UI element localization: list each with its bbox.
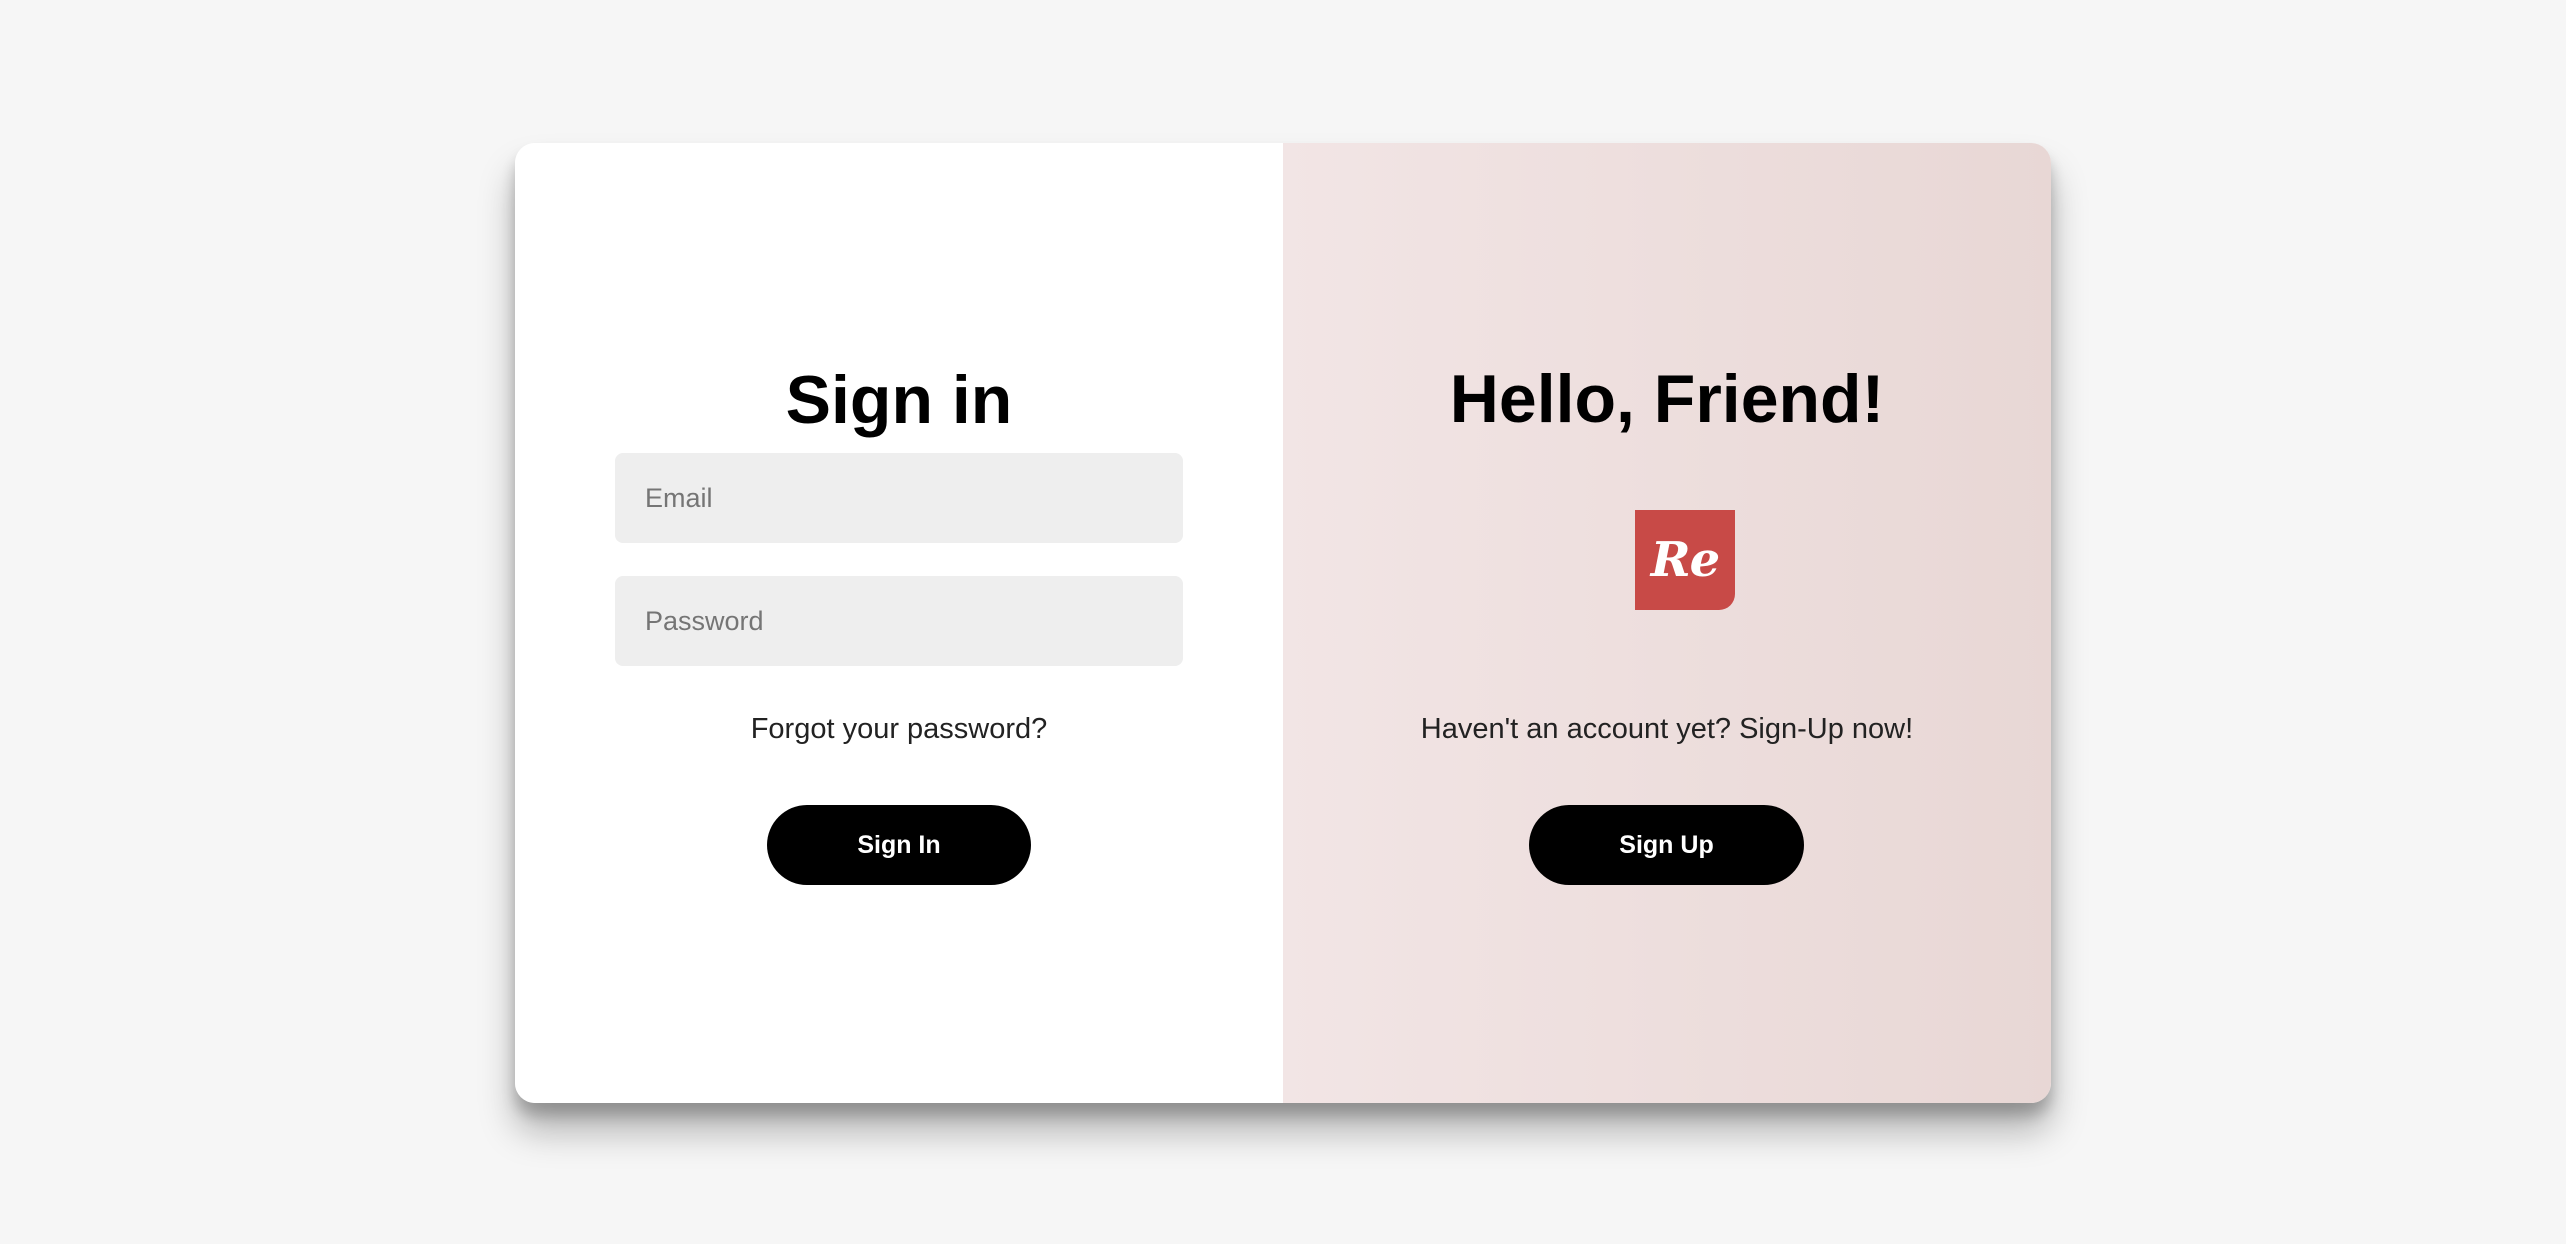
sign-in-title: Sign in <box>785 362 1013 438</box>
auth-card: Sign in Forgot your password? Sign In He… <box>515 143 2051 1103</box>
sign-in-button[interactable]: Sign In <box>767 805 1031 885</box>
password-field[interactable] <box>615 576 1183 666</box>
brand-logo: Re <box>1635 510 1735 610</box>
sign-up-title: Hello, Friend! <box>1449 361 1885 437</box>
sign-in-panel: Sign in Forgot your password? Sign In <box>515 143 1283 1103</box>
sign-up-prompt: Haven't an account yet? Sign-Up now! <box>1420 713 1914 745</box>
sign-up-button[interactable]: Sign Up <box>1529 805 1804 885</box>
forgot-password-link[interactable]: Forgot your password? <box>515 711 1283 747</box>
email-field[interactable] <box>615 453 1183 543</box>
sign-up-panel: Hello, Friend! Re Haven't an account yet… <box>1283 143 2051 1103</box>
